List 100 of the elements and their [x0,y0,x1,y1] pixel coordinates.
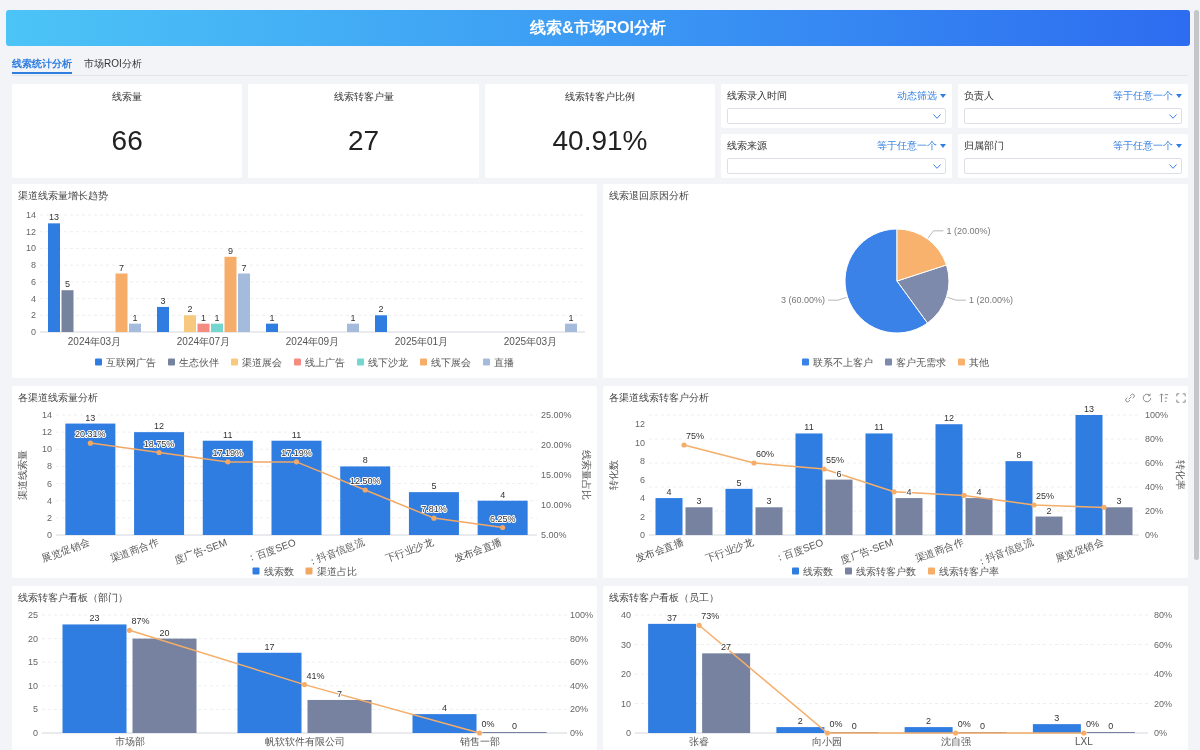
bar-value-label: 2 [378,304,384,315]
axis-tick-label: 25 [28,610,38,620]
line-value-label: 0% [481,719,495,729]
axis-tick-label: 0 [33,728,38,738]
bar-value-label: 0 [512,721,517,731]
kpi-value: 27 [348,125,380,157]
axis-category-label: ：抖音信息流 [305,536,366,568]
axis-tick-label: 14 [42,410,52,420]
line-value-label: 0% [1085,719,1099,729]
axis-tick-label: 15 [28,657,38,668]
bar-value-label: 1 [214,312,220,323]
axis-category-label: 销售一部 [459,736,500,747]
line-value-label: 0% [957,719,971,729]
axis-tick-label: 15.00% [541,470,572,480]
axis-category-label: 向小园 [812,736,843,747]
axis-category-label: 市场部 [114,736,145,747]
bar-value-label: 6 [836,468,842,479]
bar-value-label: 4 [500,489,506,500]
axis-category-label: ：百度SEO [245,536,298,565]
pie-value-label: 3 (60.00%) [781,295,826,306]
axis-tick-label: 8 [31,260,36,271]
axis-tick-label: 25.00% [541,410,572,420]
bar-value-label: 11 [291,429,302,440]
axis-tick-label: 0 [47,530,52,540]
axis-category-label: 度广告-SEM [839,536,895,566]
bar-value-label: 7 [241,262,247,273]
axis-tick-label: 100% [570,610,594,620]
axis-title: 线索量占比 [581,450,592,500]
axis-category-label: 张睿 [689,736,710,747]
filter-label: 归属部门 [963,140,1004,152]
axis-category-label: ：抖音信息流 [974,536,1035,568]
axis-tick-label: 40% [1145,482,1163,492]
line-value-label: 55% [826,455,844,465]
axis-category-label: 2025年01月 [394,336,449,347]
line-value-label: 75% [686,431,704,441]
axis-title: 转化率 [1175,460,1186,490]
axis-tick-label: 14 [26,210,36,220]
axis-tick-label: 60% [570,657,588,668]
chart-title: 各渠道线索量分析 [18,392,98,404]
bar-value-label: 1 [201,312,206,323]
axis-tick-label: 4 [31,293,36,304]
bar-value-label: 9 [228,245,233,256]
bar-value-label: 13 [85,412,96,423]
bar-value-label: 2 [1046,505,1052,516]
kpi-label: 线索转客户比例 [565,91,635,103]
bar-value-label: 3 [160,295,166,306]
axis-title: 渠道线索量 [17,450,28,500]
line-value-label: 25% [1036,491,1054,501]
axis-tick-label: 0% [1154,728,1167,738]
axis-tick-label: 80% [1145,434,1163,444]
axis-tick-label: 2 [47,512,52,523]
axis-tick-label: 6 [640,474,645,485]
axis-tick-label: 0 [640,530,645,540]
bar-value-label: 8 [1016,450,1022,461]
axis-category-label: ：百度SEO [772,536,825,565]
chart-title: 渠道线索量增长趋势 [18,190,108,202]
bar-value-label: 4 [906,487,912,498]
filter-label: 负责人 [963,90,994,102]
bar-value-label: 8 [362,455,368,466]
bar-value-label: 3 [1116,496,1122,507]
axis-tick-label: 20% [570,704,588,715]
line-value-label: 7.81% [421,504,447,515]
axis-tick-label: 60% [1154,639,1172,650]
axis-category-label: 帆软软件有限公司 [264,736,345,747]
axis-tick-label: 30 [621,639,631,650]
line-value-label: 41% [306,670,325,681]
axis-tick-label: 12 [42,427,52,438]
axis-category-label: 度广告-SEM [173,536,229,566]
axis-tick-label: 80% [1154,610,1172,620]
chart-title: 线索退回原因分析 [609,190,689,202]
kpi-value: 66 [111,125,143,157]
bar-value-label: 5 [431,481,437,492]
axis-tick-label: 2 [31,310,36,321]
filter-label: 线索录入时间 [727,90,788,102]
line-value-label: 17.19% [281,447,312,458]
axis-category-label: 沈自强 [940,736,971,747]
axis-tick-label: 100% [1145,410,1169,420]
chart-title: 线索转客户看板（部门） [18,592,128,604]
bar-value-label: 7 [119,262,124,273]
line-value-label: 20.31% [75,429,106,440]
bar-value-label: 2 [926,716,932,727]
pie-value-label: 1 (20.00%) [968,295,1013,306]
kpi-label: 线索转客户量 [333,91,394,103]
bar-value-label: 3 [1054,713,1060,724]
axis-tick-label: 12 [26,226,36,237]
axis-tick-label: 0% [570,728,583,738]
bar-value-label: 5 [736,477,742,488]
bar-value-label: 1 [350,312,356,323]
pie-value-label: 1 (20.00%) [946,225,991,236]
bar-value-label: 4 [976,487,982,498]
bar-value-label: 37 [667,612,678,623]
bar-value-label: 0 [851,721,857,731]
bar-value-label: 23 [89,613,100,624]
axis-tick-label: 20% [1154,698,1172,709]
line-value-label: 6.25% [489,513,516,524]
line-value-label: 87% [131,616,150,627]
chart-title: 各渠道线索转客户分析 [609,392,709,404]
line-value-label: 73% [701,611,720,622]
kpi-value: 40.91% [552,125,648,157]
axis-tick-label: 60% [1145,458,1163,468]
